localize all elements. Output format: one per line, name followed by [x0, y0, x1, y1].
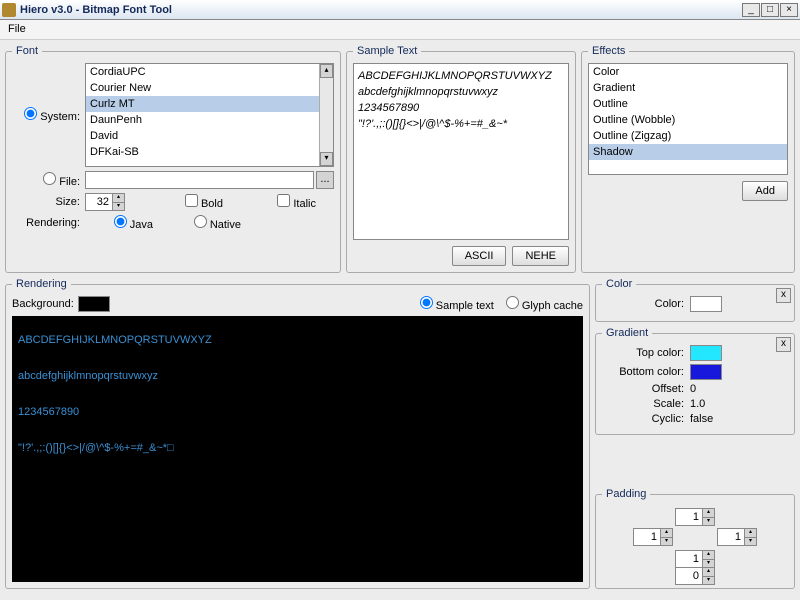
- system-radio[interactable]: [24, 107, 37, 120]
- glyph-cache-radio-label[interactable]: Glyph cache: [506, 296, 583, 312]
- background-label: Background:: [12, 298, 74, 310]
- bold-checkbox[interactable]: [185, 194, 198, 207]
- file-field[interactable]: [85, 171, 314, 189]
- sample-legend: Sample Text: [353, 45, 421, 57]
- list-item[interactable]: Outline (Zigzag): [589, 128, 787, 144]
- padding-top-stepper[interactable]: ▴▾: [675, 508, 715, 526]
- rendering-panel: Rendering Background: Sample text Glyph …: [5, 278, 590, 589]
- bold-checkbox-label[interactable]: Bold: [155, 194, 223, 210]
- app-icon: [2, 3, 16, 17]
- list-item[interactable]: Curlz MT: [86, 96, 333, 112]
- sample-text-radio[interactable]: [420, 296, 433, 309]
- italic-checkbox-label[interactable]: Italic: [248, 194, 316, 210]
- menu-file[interactable]: File: [8, 23, 26, 35]
- top-color-swatch[interactable]: [690, 345, 722, 361]
- font-legend: Font: [12, 45, 42, 57]
- sample-text-radio-label[interactable]: Sample text: [420, 296, 494, 312]
- menubar: File: [0, 20, 800, 40]
- offset-value: 0: [690, 383, 696, 395]
- system-radio-label[interactable]: System:: [12, 107, 80, 123]
- effects-list[interactable]: Color Gradient Outline Outline (Wobble) …: [588, 63, 788, 175]
- list-item[interactable]: Shadow: [589, 144, 787, 160]
- sample-textarea[interactable]: ABCDEFGHIJKLMNOPQRSTUVWXYZ abcdefghijklm…: [353, 63, 569, 240]
- list-item[interactable]: Courier New: [86, 80, 333, 96]
- effects-panel: Effects Color Gradient Outline Outline (…: [581, 45, 795, 273]
- titlebar: Hiero v3.0 - Bitmap Font Tool _ □ ×: [0, 0, 800, 20]
- list-item[interactable]: Gradient: [589, 80, 787, 96]
- add-button[interactable]: Add: [742, 181, 788, 201]
- italic-checkbox[interactable]: [277, 194, 290, 207]
- size-stepper[interactable]: ▴▾: [85, 193, 125, 211]
- gradient-close-button[interactable]: x: [776, 337, 791, 352]
- list-item[interactable]: David: [86, 128, 333, 144]
- padding-panel: Padding ▴▾ ▴▾ ▴▾ ▴▾ X: ▴▾ Y: ▴▾: [595, 488, 795, 589]
- padding-legend: Padding: [602, 488, 650, 500]
- system-font-list[interactable]: CordiaUPC Courier New Curlz MT DaunPenh …: [85, 63, 334, 167]
- list-item[interactable]: Color: [589, 64, 787, 80]
- native-radio-label[interactable]: Native: [173, 215, 241, 231]
- scrollbar[interactable]: ▴▾: [319, 64, 333, 166]
- rendering-label: Rendering:: [12, 217, 80, 229]
- window-title: Hiero v3.0 - Bitmap Font Tool: [20, 4, 741, 16]
- list-item[interactable]: DaunPenh: [86, 112, 333, 128]
- file-radio-label[interactable]: File:: [12, 172, 80, 188]
- color-label: Color:: [602, 298, 684, 310]
- background-swatch[interactable]: [78, 296, 110, 312]
- list-item[interactable]: DFKai-SB: [86, 144, 333, 160]
- sample-text-panel: Sample Text ABCDEFGHIJKLMNOPQRSTUVWXYZ a…: [346, 45, 576, 273]
- minimize-button[interactable]: _: [742, 3, 760, 17]
- list-item[interactable]: Outline (Wobble): [589, 112, 787, 128]
- ascii-button[interactable]: ASCII: [452, 246, 507, 266]
- color-subpanel: Color x Color:: [595, 278, 795, 322]
- size-label: Size:: [12, 196, 80, 208]
- file-radio[interactable]: [43, 172, 56, 185]
- scale-value: 1.0: [690, 398, 705, 410]
- gradient-subpanel: Gradient x Top color: Bottom color: Offs…: [595, 327, 795, 435]
- native-radio[interactable]: [194, 215, 207, 228]
- nehe-button[interactable]: NEHE: [512, 246, 569, 266]
- color-close-button[interactable]: x: [776, 288, 791, 303]
- java-radio-label[interactable]: Java: [85, 215, 153, 231]
- maximize-button[interactable]: □: [761, 3, 779, 17]
- padding-left-stepper[interactable]: ▴▾: [633, 528, 673, 546]
- rendering-legend: Rendering: [12, 278, 71, 290]
- browse-button[interactable]: ...: [316, 171, 334, 189]
- padding-bottom-stepper[interactable]: ▴▾: [675, 550, 715, 568]
- color-swatch[interactable]: [690, 296, 722, 312]
- font-panel: Font System: CordiaUPC Courier New Curlz…: [5, 45, 341, 273]
- close-button[interactable]: ×: [780, 3, 798, 17]
- padding-y-stepper[interactable]: ▴▾: [675, 567, 715, 585]
- list-item[interactable]: Outline: [589, 96, 787, 112]
- bottom-color-swatch[interactable]: [690, 364, 722, 380]
- cyclic-value: false: [690, 413, 713, 425]
- java-radio[interactable]: [114, 215, 127, 228]
- render-view: ABCDEFGHIJKLMNOPQRSTUVWXYZ abcdefghijklm…: [12, 316, 583, 582]
- color-legend: Color: [602, 278, 636, 290]
- padding-right-stepper[interactable]: ▴▾: [717, 528, 757, 546]
- effects-legend: Effects: [588, 45, 629, 57]
- glyph-cache-radio[interactable]: [506, 296, 519, 309]
- gradient-legend: Gradient: [602, 327, 652, 339]
- list-item[interactable]: CordiaUPC: [86, 64, 333, 80]
